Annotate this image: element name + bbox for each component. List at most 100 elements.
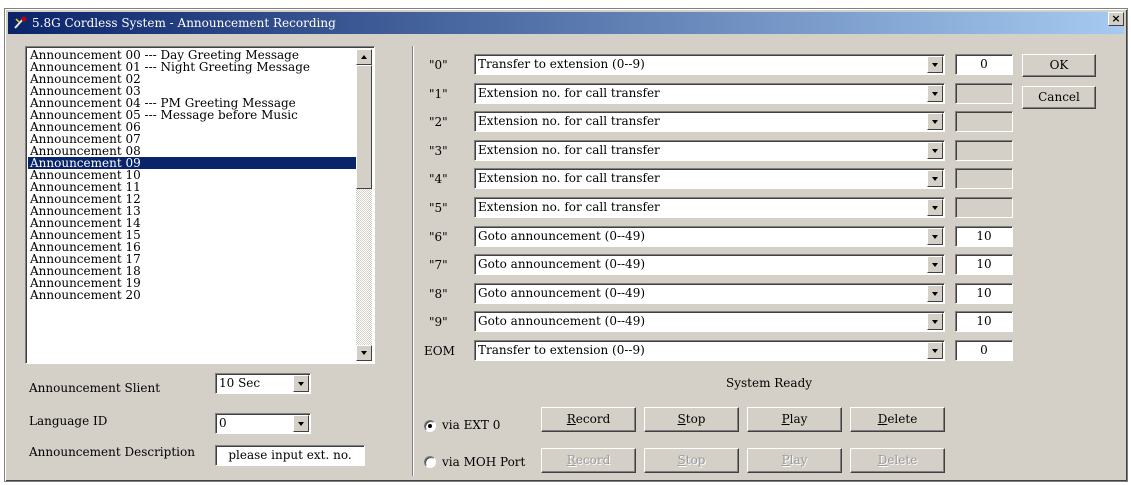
- key-action-dropdown-button[interactable]: [927, 113, 943, 130]
- description-input[interactable]: please input ext. no.: [215, 445, 365, 466]
- moh-record-label: ecord: [575, 453, 611, 467]
- moh-stop-accel: S: [677, 453, 686, 467]
- key-action-select[interactable]: Extension no. for call transfer: [474, 197, 945, 218]
- key-value: 0: [980, 343, 988, 357]
- key-value-input: [955, 83, 1013, 104]
- key-label: "0": [429, 58, 448, 72]
- key-value-input[interactable]: 10: [955, 226, 1013, 247]
- key-action-select[interactable]: Extension no. for call transfer: [474, 83, 945, 104]
- moh-delete-button: Delete: [850, 448, 945, 473]
- silent-label: Announcement Slient: [29, 381, 161, 395]
- chevron-down-icon: [932, 149, 938, 153]
- key-label: "7": [429, 258, 448, 272]
- announcement-listbox[interactable]: Announcement 00 --- Day Greeting Message…: [25, 46, 375, 364]
- via-moh-label: via MOH Port: [442, 455, 526, 469]
- key-action-select[interactable]: Extension no. for call transfer: [474, 111, 945, 132]
- window-title: 5.8G Cordless System - Announcement Reco…: [32, 16, 336, 30]
- key-label: "3": [429, 144, 448, 158]
- chevron-down-icon: [932, 263, 938, 267]
- key-action-dropdown-button[interactable]: [927, 56, 943, 73]
- listbox-scrollbar[interactable]: [356, 49, 372, 361]
- moh-record-button: Record: [541, 448, 636, 473]
- key-value-input[interactable]: 10: [955, 311, 1013, 332]
- moh-play-button: Play: [747, 448, 842, 473]
- key-value-input[interactable]: 10: [955, 283, 1013, 304]
- key-action-value: Extension no. for call transfer: [478, 143, 660, 157]
- moh-play-label: lay: [789, 453, 808, 467]
- key-action-select[interactable]: Transfer to extension (0--9): [474, 340, 945, 361]
- key-value: 10: [976, 229, 992, 243]
- chevron-down-icon: [932, 349, 938, 353]
- arrow-up-icon: [361, 55, 367, 59]
- arrow-down-icon: [361, 351, 367, 355]
- key-value-input[interactable]: 0: [955, 54, 1013, 75]
- ok-button[interactable]: OK: [1022, 54, 1096, 77]
- silent-value: 10 Sec: [219, 376, 261, 390]
- key-action-dropdown-button[interactable]: [927, 85, 943, 102]
- key-value-input[interactable]: 0: [955, 340, 1013, 361]
- key-action-value: Extension no. for call transfer: [478, 200, 660, 214]
- key-action-select[interactable]: Goto announcement (0--49): [474, 226, 945, 247]
- key-label: "6": [429, 230, 448, 244]
- key-action-select[interactable]: Goto announcement (0--49): [474, 311, 945, 332]
- radio-dot: [428, 424, 432, 428]
- delete-label: elete: [887, 412, 918, 426]
- key-value: 10: [976, 257, 992, 271]
- key-action-value: Goto announcement (0--49): [478, 286, 646, 300]
- delete-button[interactable]: Delete: [850, 407, 945, 432]
- moh-delete-accel: D: [877, 453, 888, 467]
- list-item[interactable]: Announcement 20: [28, 289, 356, 301]
- stop-button[interactable]: Stop: [644, 407, 739, 432]
- key-value-input[interactable]: 10: [955, 254, 1013, 275]
- play-label: lay: [789, 412, 808, 426]
- key-action-dropdown-button[interactable]: [927, 256, 943, 273]
- key-action-select[interactable]: Goto announcement (0--49): [474, 283, 945, 304]
- key-action-dropdown-button[interactable]: [927, 228, 943, 245]
- radio-via-ext0[interactable]: [424, 420, 436, 432]
- cancel-button[interactable]: Cancel: [1022, 86, 1096, 109]
- key-action-value: Transfer to extension (0--9): [478, 57, 645, 71]
- record-button[interactable]: Record: [541, 407, 636, 432]
- key-action-dropdown-button[interactable]: [927, 342, 943, 359]
- key-action-dropdown-button[interactable]: [927, 285, 943, 302]
- scroll-thumb[interactable]: [356, 65, 372, 189]
- delete-accel: D: [877, 412, 888, 426]
- close-icon: ×: [1111, 12, 1121, 25]
- key-label: EOM: [424, 344, 455, 358]
- scroll-up-button[interactable]: [356, 49, 372, 65]
- key-action-value: Extension no. for call transfer: [478, 86, 660, 100]
- key-action-dropdown-button[interactable]: [927, 199, 943, 216]
- key-action-select[interactable]: Transfer to extension (0--9): [474, 54, 945, 75]
- app-icon: [12, 15, 28, 31]
- moh-stop-label: top: [685, 453, 706, 467]
- key-action-select[interactable]: Extension no. for call transfer: [474, 140, 945, 161]
- moh-record-accel: R: [566, 453, 576, 467]
- silent-dropdown-button[interactable]: [293, 375, 309, 392]
- chevron-down-icon: [932, 292, 938, 296]
- key-action-value: Transfer to extension (0--9): [478, 343, 645, 357]
- silent-select[interactable]: 10 Sec: [215, 373, 311, 394]
- key-action-dropdown-button[interactable]: [927, 170, 943, 187]
- chevron-down-icon: [932, 92, 938, 96]
- key-action-dropdown-button[interactable]: [927, 313, 943, 330]
- chevron-down-icon: [298, 422, 304, 426]
- language-dropdown-button[interactable]: [293, 415, 309, 432]
- key-action-select[interactable]: Goto announcement (0--49): [474, 254, 945, 275]
- key-value: 0: [980, 57, 988, 71]
- close-button[interactable]: ×: [1108, 12, 1124, 26]
- key-value-input: [955, 140, 1013, 161]
- key-action-dropdown-button[interactable]: [927, 142, 943, 159]
- record-label: ecord: [575, 412, 611, 426]
- announcement-recording-window: 5.8G Cordless System - Announcement Reco…: [4, 8, 1128, 482]
- radio-via-moh[interactable]: [424, 456, 436, 468]
- key-action-select[interactable]: Extension no. for call transfer: [474, 168, 945, 189]
- key-label: "9": [429, 315, 448, 329]
- scroll-down-button[interactable]: [356, 345, 372, 361]
- key-label: "5": [429, 201, 448, 215]
- title-bar: 5.8G Cordless System - Announcement Reco…: [8, 12, 1124, 34]
- key-value-input: [955, 168, 1013, 189]
- key-label: "1": [429, 87, 448, 101]
- play-button[interactable]: Play: [747, 407, 842, 432]
- key-action-value: Goto announcement (0--49): [478, 257, 646, 271]
- language-select[interactable]: 0: [215, 413, 311, 434]
